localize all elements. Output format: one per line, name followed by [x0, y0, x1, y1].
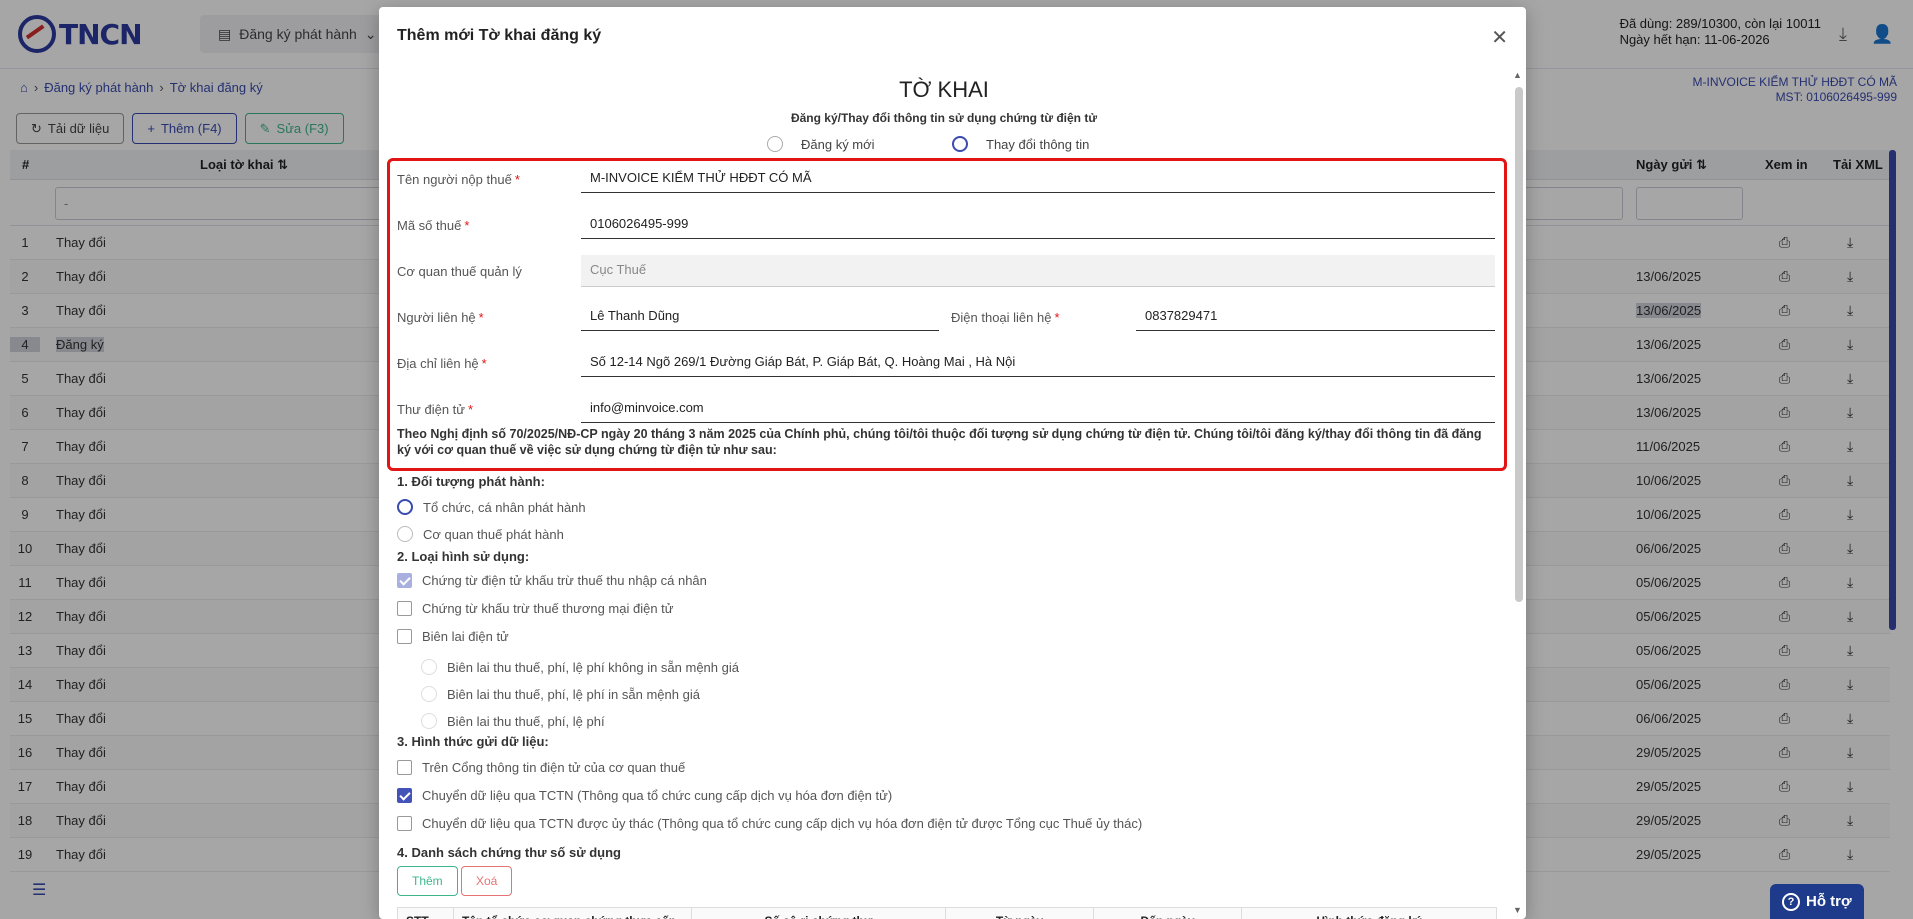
option-receipt-no-denomination[interactable]: Biên lai thu thuế, phí, lệ phí không in … [421, 659, 739, 675]
tax-code-field[interactable]: 0106026495-999 [581, 209, 1495, 239]
close-icon[interactable]: ✕ [1491, 25, 1508, 50]
section-certificates: 4. Danh sách chứng thư số sử dụng [397, 845, 621, 860]
radio-circle-disabled[interactable] [421, 686, 437, 702]
address-label-text: Địa chỉ liên hệ [397, 356, 479, 371]
add-certificate-button[interactable]: Thêm [397, 866, 458, 896]
contact-label: Người liên hệ * [397, 310, 484, 325]
section-usage-type: 2. Loại hình sử dụng: [397, 549, 530, 564]
checkbox[interactable] [397, 629, 412, 644]
taxpayer-label-text: Tên người nộp thuế [397, 172, 512, 187]
option-label: Cơ quan thuế phát hành [423, 526, 564, 542]
help-label: Hỗ trợ [1806, 893, 1852, 910]
contact-field[interactable]: Lê Thanh Dũng [581, 301, 939, 331]
option-tax-portal[interactable]: Trên Cổng thông tin điện tử của cơ quan … [397, 760, 685, 775]
checkbox[interactable] [397, 816, 412, 831]
option-receipt-denomination[interactable]: Biên lai thu thuế, phí, lệ phí in sẵn mệ… [421, 686, 700, 702]
contact-label-text: Người liên hệ [397, 310, 476, 325]
option-label: Chứng từ khấu trừ thuế thương mại điện t… [422, 601, 674, 616]
tax-code-label-text: Mã số thuế [397, 218, 462, 233]
taxpayer-field[interactable]: M-INVOICE KIỂM THỬ HĐĐT CÓ MÃ [581, 163, 1495, 193]
option-label: Biên lai điện tử [422, 629, 509, 644]
col-registration-type: Hình thức đăng ký [1242, 908, 1496, 919]
email-field[interactable]: info@minvoice.com [581, 393, 1495, 423]
radio-circle[interactable] [397, 526, 413, 542]
phone-label: Điện thoại liên hệ * [951, 310, 1060, 325]
radio-register-new[interactable]: Đăng ký mới [767, 136, 875, 152]
tax-code-label: Mã số thuế * [397, 218, 470, 233]
radio-change-info[interactable]: Thay đổi thông tin [952, 136, 1089, 152]
option-pit-voucher[interactable]: Chứng từ điện tử khấu trừ thuế thu nhập … [397, 573, 707, 588]
radio-change-label: Thay đổi thông tin [986, 136, 1090, 152]
option-receipt-fees[interactable]: Biên lai thu thuế, phí, lệ phí [421, 713, 605, 729]
col-from: Từ ngày [946, 908, 1094, 919]
col-issuer: Tên tổ chức cơ quan chứng thực cấp [454, 908, 692, 919]
option-label: Biên lai thu thuế, phí, lệ phí in sẵn mệ… [447, 686, 700, 702]
option-label: Tổ chức, cá nhân phát hành [423, 499, 586, 515]
option-label: Biên lai thu thuế, phí, lệ phí [447, 713, 605, 729]
option-tax-office-issuer[interactable]: Cơ quan thuế phát hành [397, 526, 564, 542]
doc-subtitle: Đăng ký/Thay đổi thông tin sử dụng chứng… [790, 111, 1098, 125]
radio-circle-disabled[interactable] [421, 659, 437, 675]
phone-label-text: Điện thoại liên hệ [951, 310, 1052, 325]
email-label: Thư điện tử * [397, 402, 474, 417]
radio-selected[interactable] [397, 499, 413, 515]
option-label: Trên Cổng thông tin điện tử của cơ quan … [422, 760, 686, 775]
decree-note: Theo Nghị định số 70/2025/NĐ-CP ngày 20 … [397, 427, 1482, 457]
modal-title: Thêm mới Tờ khai đăng ký [397, 27, 602, 44]
tax-office-label: Cơ quan thuế quản lý [397, 264, 522, 279]
section-send-method: 3. Hình thức gửi dữ liệu: [397, 734, 549, 749]
declaration-modal: Thêm mới Tờ khai đăng ký ✕ ▲ ▼ TỜ KHAI Đ… [379, 7, 1526, 919]
checkbox-checked-disabled[interactable] [397, 573, 412, 588]
address-field[interactable]: Số 12-14 Ngõ 269/1 Đường Giáp Bát, P. Gi… [581, 347, 1495, 377]
checkbox[interactable] [397, 601, 412, 616]
tax-office-field[interactable]: Cục Thuế [581, 255, 1495, 287]
option-tctn-authorized[interactable]: Chuyển dữ liệu qua TCTN được ủy thác (Th… [397, 816, 1142, 831]
doc-title: TỜ KHAI [899, 77, 989, 102]
option-ecommerce-voucher[interactable]: Chứng từ khấu trừ thuế thương mại điện t… [397, 601, 674, 616]
option-tctn[interactable]: Chuyển dữ liệu qua TCTN (Thông qua tổ ch… [397, 788, 892, 803]
section-issuer: 1. Đối tượng phát hành: [397, 474, 545, 489]
col-serial: Số sê-ri chứng thư [692, 908, 946, 919]
help-button[interactable]: ? Hỗ trợ [1770, 884, 1864, 919]
certificate-table-header: STT Tên tổ chức cơ quan chứng thực cấp S… [397, 907, 1497, 919]
option-label: Chứng từ điện tử khấu trừ thuế thu nhập … [422, 573, 707, 588]
radio-circle-disabled[interactable] [421, 713, 437, 729]
address-label: Địa chỉ liên hệ * [397, 356, 487, 371]
option-label: Biên lai thu thuế, phí, lệ phí không in … [447, 659, 739, 675]
modal-body: TỜ KHAI Đăng ký/Thay đổi thông tin sử dụ… [379, 67, 1526, 919]
option-org-issuer[interactable]: Tổ chức, cá nhân phát hành [397, 499, 586, 515]
option-e-receipt[interactable]: Biên lai điện tử [397, 629, 509, 644]
phone-field[interactable]: 0837829471 [1136, 301, 1495, 331]
question-icon: ? [1782, 892, 1800, 911]
radio-circle-selected[interactable] [952, 136, 968, 152]
radio-register-label: Đăng ký mới [801, 136, 875, 152]
email-label-text: Thư điện tử [397, 402, 465, 417]
delete-certificate-button[interactable]: Xoá [461, 866, 513, 896]
checkbox-checked[interactable] [397, 788, 412, 803]
taxpayer-label: Tên người nộp thuế * [397, 172, 520, 187]
option-label: Chuyển dữ liệu qua TCTN (Thông qua tổ ch… [422, 788, 893, 803]
radio-circle[interactable] [767, 136, 783, 152]
col-to: Đến ngày [1094, 908, 1242, 919]
col-stt: STT [398, 908, 454, 919]
option-label: Chuyển dữ liệu qua TCTN được ủy thác (Th… [422, 816, 1143, 831]
checkbox[interactable] [397, 760, 412, 775]
